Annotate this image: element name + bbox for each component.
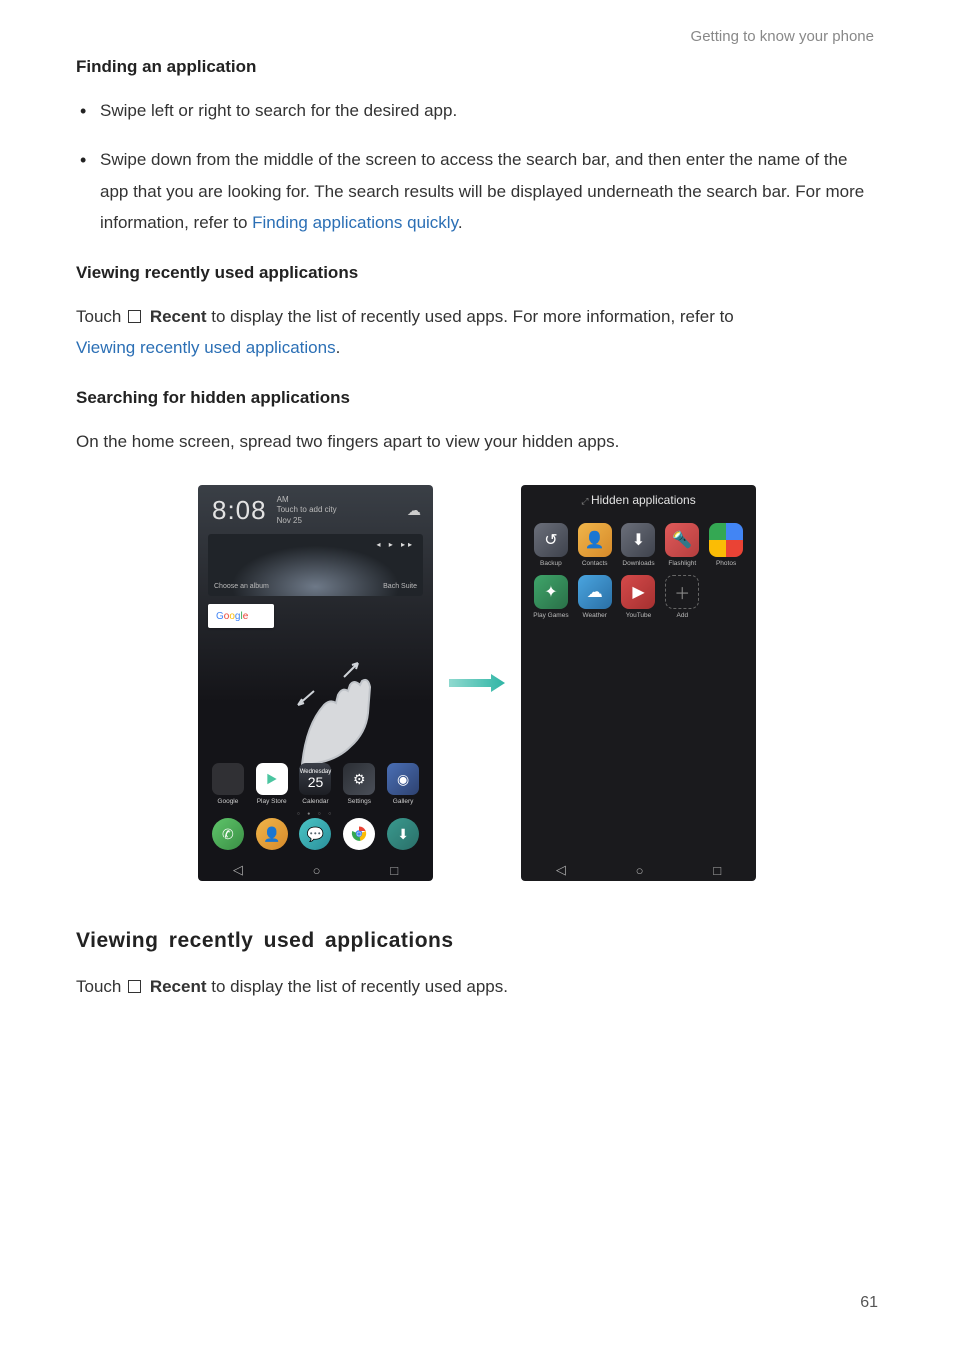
music-widget: ◂ ▸ ▸▸ Choose an album Bach Suite xyxy=(208,534,423,596)
clock-date: Nov 25 xyxy=(277,516,337,526)
google-folder: Google xyxy=(208,604,274,628)
nav-recent-icon: □ xyxy=(713,863,721,878)
album-left: Choose an album xyxy=(214,583,269,590)
paragraph-recent: Touch Recent to display the list of rece… xyxy=(76,301,878,364)
paragraph-hidden: On the home screen, spread two fingers a… xyxy=(76,426,878,457)
hidden-app-contacts: 👤Contacts xyxy=(575,523,615,567)
running-header: Getting to know your phone xyxy=(76,28,878,45)
recent-icon xyxy=(128,980,141,993)
hidden-app-youtube: ▶YouTube xyxy=(619,575,659,619)
figure-hidden-apps: 8:08 AM Touch to add city Nov 25 ☁ ◂ ▸ ▸… xyxy=(76,485,878,881)
bullet-item: Swipe down from the middle of the screen… xyxy=(100,144,878,238)
period: . xyxy=(458,213,463,232)
clock-add-city: Touch to add city xyxy=(277,505,337,515)
dock-chrome xyxy=(341,818,377,853)
link-viewing-recent[interactable]: Viewing recently used applications xyxy=(76,338,336,357)
nav-bar: ◁ ○ □ xyxy=(521,859,756,881)
hidden-app-add: ＋Add xyxy=(662,575,702,619)
clock-ampm: AM xyxy=(277,495,337,505)
recent-label: Recent xyxy=(150,977,207,996)
page-indicator: ○ ● ○ ○ xyxy=(198,811,433,817)
nav-recent-icon: □ xyxy=(390,863,398,878)
app-google-folder: Google xyxy=(210,763,246,805)
paragraph-recent-2: Touch Recent to display the list of rece… xyxy=(76,971,878,1002)
clock-meta: AM Touch to add city Nov 25 xyxy=(277,495,337,526)
arrow-icon xyxy=(449,673,505,693)
section-heading-viewing-recent: Viewing recently used applications xyxy=(76,263,878,283)
dock-contacts: 👤 xyxy=(254,818,290,853)
nav-home-icon: ○ xyxy=(636,863,644,878)
bullet-item: Swipe left or right to search for the de… xyxy=(100,95,878,126)
nav-back-icon: ◁ xyxy=(556,862,566,878)
link-finding-quickly[interactable]: Finding applications quickly xyxy=(252,213,458,232)
bullet-list: Swipe left or right to search for the de… xyxy=(76,95,878,239)
text-pre: Touch xyxy=(76,307,126,326)
hidden-app-photos: Photos xyxy=(706,523,746,567)
music-controls: ◂ ▸ ▸▸ xyxy=(376,540,415,549)
hidden-app-play-games: ✦Play Games xyxy=(531,575,571,619)
dock-downloads: ⬇ xyxy=(385,818,421,853)
phone-home-screen: 8:08 AM Touch to add city Nov 25 ☁ ◂ ▸ ▸… xyxy=(198,485,433,881)
text-post: to display the list of recently used app… xyxy=(207,977,508,996)
hidden-app-weather: ☁Weather xyxy=(575,575,615,619)
text-post: to display the list of recently used app… xyxy=(207,307,734,326)
hidden-app-flashlight: 🔦Flashlight xyxy=(662,523,702,567)
nav-bar: ◁ ○ □ xyxy=(198,859,433,881)
app-settings: ⚙Settings xyxy=(341,763,377,805)
bullet-text: Swipe down from the middle of the screen… xyxy=(100,150,864,232)
page-number: 61 xyxy=(860,1294,878,1312)
recent-icon xyxy=(128,310,141,323)
hidden-app-backup: ↺Backup xyxy=(531,523,571,567)
pinch-out-gesture-icon xyxy=(294,655,384,775)
clock-time: 8:08 xyxy=(212,495,267,526)
dock-messaging: 💬 xyxy=(297,818,333,853)
section-heading-hidden: Searching for hidden applications xyxy=(76,388,878,408)
app-row: Google Play Store Wednesday25Calendar ⚙S… xyxy=(198,763,433,805)
clock-widget: 8:08 AM Touch to add city Nov 25 ☁ xyxy=(198,485,433,530)
nav-back-icon: ◁ xyxy=(233,862,243,878)
hidden-app-downloads: ⬇Downloads xyxy=(619,523,659,567)
hidden-apps-grid: ↺Backup 👤Contacts ⬇Downloads 🔦Flashlight… xyxy=(521,519,756,623)
dock-phone: ✆ xyxy=(210,818,246,853)
dock-row: ✆ 👤 💬 ⬇ xyxy=(198,818,433,853)
phone-hidden-apps: Hidden applications ↺Backup 👤Contacts ⬇D… xyxy=(521,485,756,881)
weather-icon: ☁ xyxy=(407,502,421,519)
section-heading-finding-app: Finding an application xyxy=(76,57,878,77)
nav-home-icon: ○ xyxy=(313,863,321,878)
album-right: Bach Suite xyxy=(383,583,417,590)
app-calendar: Wednesday25Calendar xyxy=(297,763,333,805)
period: . xyxy=(336,338,341,357)
h2-viewing-recent: Viewing recently used applications xyxy=(76,929,878,953)
text-pre: Touch xyxy=(76,977,126,996)
recent-label: Recent xyxy=(150,307,207,326)
app-gallery: ◉Gallery xyxy=(385,763,421,805)
hidden-apps-title: Hidden applications xyxy=(521,485,756,519)
app-play-store: Play Store xyxy=(254,763,290,805)
